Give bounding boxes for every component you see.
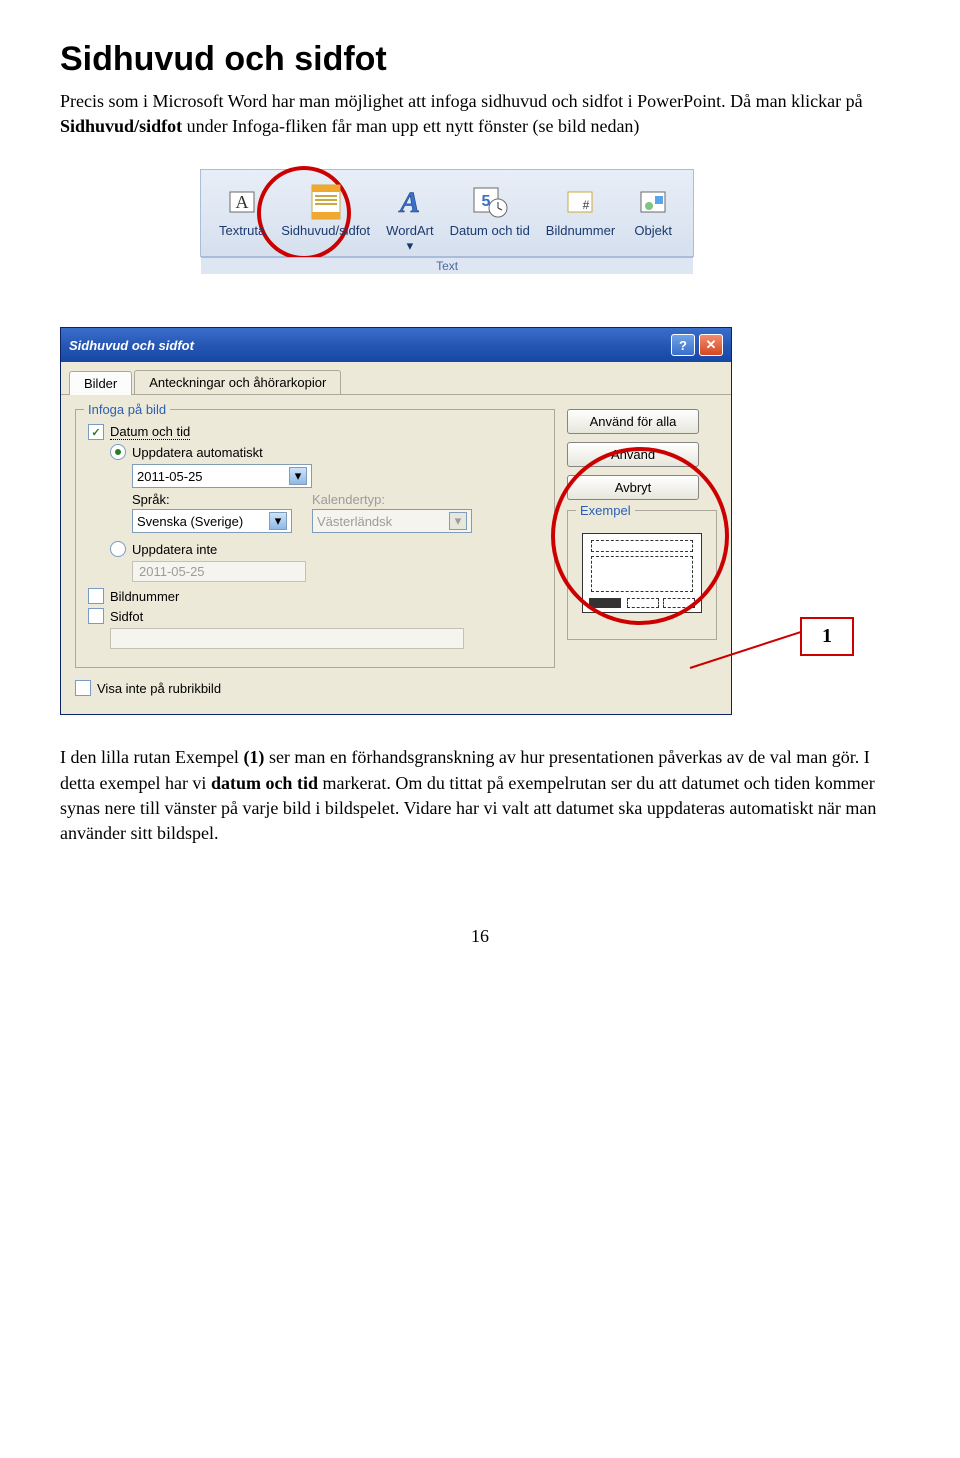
label-bildnummer: Bildnummer — [110, 589, 179, 604]
btn-anvand-alla[interactable]: Använd för alla — [567, 409, 699, 434]
svg-text:A: A — [236, 192, 249, 212]
dropdown-value: Västerländsk — [317, 514, 392, 529]
ribbon-btn-wordart[interactable]: A WordArt▾ — [378, 176, 441, 256]
wordart-icon: A — [388, 180, 432, 224]
ribbon-group-label: Text — [201, 257, 693, 274]
ribbon-btn-sidhuvud[interactable]: Sidhuvud/sidfot — [273, 176, 378, 256]
group-label: Exempel — [576, 503, 635, 518]
label-uppdatera-inte: Uppdatera inte — [132, 542, 217, 557]
label-visa-inte: Visa inte på rubrikbild — [97, 681, 221, 696]
dialog-titlebar: Sidhuvud och sidfot ? ✕ — [61, 328, 731, 362]
label-datum-tid: Datum och tid — [110, 424, 190, 440]
tab-anteckningar[interactable]: Anteckningar och åhörarkopior — [134, 370, 341, 394]
checkbox-datum-tid[interactable] — [88, 424, 104, 440]
dropdown-value: 2011-05-25 — [137, 469, 203, 484]
header-footer-icon — [304, 180, 348, 224]
text: I den lilla rutan Exempel — [60, 747, 243, 767]
chevron-down-icon: ▾ — [289, 467, 307, 485]
ribbon-btn-textruta[interactable]: A Textruta — [211, 176, 273, 256]
dropdown-date[interactable]: 2011-05-25 ▾ — [132, 464, 312, 488]
text: Precis som i Microsoft Word har man möjl… — [60, 91, 863, 111]
label-sidfot: Sidfot — [110, 609, 143, 624]
btn-anvand[interactable]: Använd — [567, 442, 699, 467]
text-bold: (1) — [243, 747, 264, 767]
ribbon-text-group: A Textruta Sidhuvud/sidfot A WordArt▾ 5 … — [200, 169, 694, 257]
group-infoga: Infoga på bild Datum och tid Uppdatera a… — [75, 409, 555, 668]
checkbox-sidfot[interactable] — [88, 608, 104, 624]
input-sidfot — [110, 628, 464, 649]
svg-text:#: # — [583, 198, 590, 212]
ribbon-label: Bildnummer — [546, 224, 615, 256]
chevron-down-icon: ▾ — [449, 512, 467, 530]
header-footer-dialog: Sidhuvud och sidfot ? ✕ Bilder Antecknin… — [60, 327, 732, 715]
label-sprak: Språk: — [132, 492, 292, 507]
ribbon-label: WordArt▾ — [386, 224, 433, 256]
checkbox-bildnummer[interactable] — [88, 588, 104, 604]
dialog-title: Sidhuvud och sidfot — [69, 338, 194, 353]
radio-uppdatera-auto[interactable] — [110, 444, 126, 460]
slide-number-icon: # — [558, 180, 602, 224]
checkbox-visa-inte[interactable] — [75, 680, 91, 696]
chevron-down-icon: ▾ — [269, 512, 287, 530]
group-label: Infoga på bild — [84, 402, 170, 417]
ribbon-btn-datumtid[interactable]: 5 Datum och tid — [442, 176, 538, 256]
slide-thumbnail — [582, 533, 702, 613]
callout-number-1: 1 — [800, 617, 854, 656]
help-button[interactable]: ? — [671, 334, 695, 356]
preview-exempel: Exempel — [567, 510, 717, 640]
dropdown-kalendertyp: Västerländsk ▾ — [312, 509, 472, 533]
text: under Infoga-fliken får man upp ett nytt… — [182, 116, 639, 136]
label-uppdatera-auto: Uppdatera automatiskt — [132, 445, 263, 460]
ribbon-label: Sidhuvud/sidfot — [281, 224, 370, 256]
svg-text:A: A — [398, 186, 420, 219]
dropdown-sprak[interactable]: Svenska (Sverige) ▾ — [132, 509, 292, 533]
page-heading: Sidhuvud och sidfot — [60, 40, 900, 79]
ribbon-label: Objekt — [634, 224, 672, 256]
intro-paragraph: Precis som i Microsoft Word har man möjl… — [60, 89, 900, 139]
text-bold: Sidhuvud/sidfot — [60, 116, 182, 136]
page-number: 16 — [60, 926, 900, 947]
close-button[interactable]: ✕ — [699, 334, 723, 356]
radio-uppdatera-inte[interactable] — [110, 541, 126, 557]
tab-bilder[interactable]: Bilder — [69, 371, 132, 395]
object-icon — [631, 180, 675, 224]
input-fixed-date: 2011-05-25 — [132, 561, 306, 582]
label-kalendertyp: Kalendertyp: — [312, 492, 472, 507]
dropdown-value: Svenska (Sverige) — [137, 514, 243, 529]
body-paragraph: I den lilla rutan Exempel (1) ser man en… — [60, 745, 900, 846]
ribbon-label: Datum och tid — [450, 224, 530, 256]
text-box-icon: A — [220, 180, 264, 224]
ribbon-btn-objekt[interactable]: Objekt — [623, 176, 683, 256]
ribbon-label: Textruta — [219, 224, 265, 256]
btn-avbryt[interactable]: Avbryt — [567, 475, 699, 500]
ribbon-btn-bildnummer[interactable]: # Bildnummer — [538, 176, 623, 256]
date-time-icon: 5 — [468, 180, 512, 224]
text-bold: datum och tid — [211, 773, 318, 793]
